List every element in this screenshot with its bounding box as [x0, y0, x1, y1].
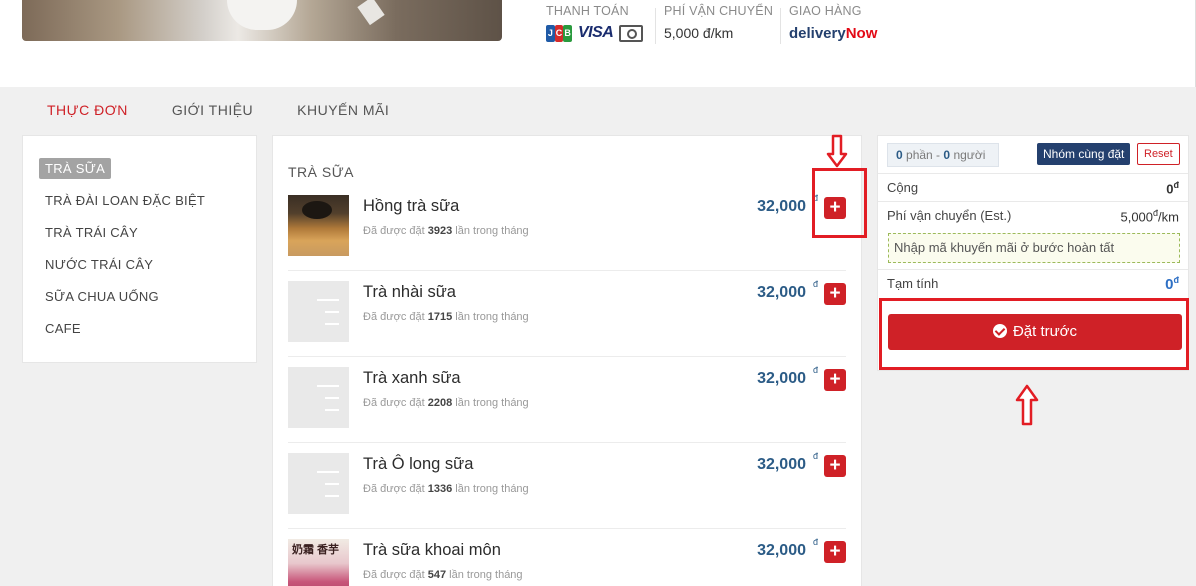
category-sua-chua-uong[interactable]: SỮA CHUA UỐNG — [39, 286, 165, 307]
restaurant-header: THANH TOÁN J C B VISA PHÍ VẬN CHUYỂN 5,0… — [0, 0, 1196, 87]
item-price: 32,000 — [757, 456, 806, 473]
item-name: Trà nhài sữa — [363, 283, 456, 301]
arrow-down-icon — [826, 134, 848, 168]
delivery-info: GIAO HÀNG deliveryNow — [789, 4, 877, 42]
category-list: TRÀ SỮA TRÀ ĐÀI LOAN ĐẶC BIỆT TRÀ TRÁI C… — [22, 135, 257, 363]
item-price: 32,000 — [757, 284, 806, 301]
item-sold-count: Đã được đặt 1336 lần trong tháng — [363, 483, 529, 495]
subtotal-row: Cộng 0đ — [878, 173, 1188, 201]
reset-button[interactable]: Reset — [1137, 143, 1180, 165]
menu-item: Hồng trà sữa Đã được đặt 3923 lần trong … — [288, 185, 846, 271]
menu-list: TRÀ SỮA Hồng trà sữa Đã được đặt 3923 lầ… — [272, 135, 862, 586]
item-photo-placeholder — [288, 367, 349, 428]
cup-shape — [227, 0, 297, 30]
tab-about[interactable]: GIỚI THIỆU — [172, 102, 253, 118]
item-photo-placeholder — [288, 453, 349, 514]
item-price: 32,000 — [757, 542, 806, 559]
item-name: Hồng trà sữa — [363, 197, 460, 215]
deliverynow-logo: deliveryNow — [789, 25, 878, 42]
payment-label: THANH TOÁN — [546, 4, 629, 18]
group-order-button[interactable]: Nhóm cùng đặt — [1037, 143, 1131, 165]
shipping-fee-row: Phí vận chuyển (Est.) 5,000đ/km — [878, 201, 1188, 229]
estimated-total-row: Tạm tính 0đ — [878, 269, 1188, 297]
currency-symbol: đ — [812, 537, 818, 547]
arrow-up-icon — [1015, 384, 1039, 426]
menu-item: Trà Ô long sữa Đã được đặt 1336 lần tron… — [288, 443, 846, 529]
item-price: 32,000 — [757, 370, 806, 387]
promo-code-field[interactable]: Nhập mã khuyến mãi ở bước hoàn tất — [888, 233, 1180, 263]
restaurant-tabs: THỰC ĐƠN GIỚI THIỆU KHUYẾN MÃI — [22, 102, 433, 118]
currency-symbol: đ — [812, 451, 818, 461]
category-tra-trai-cay[interactable]: TRÀ TRÁI CÂY — [39, 222, 144, 243]
highlight-box-add-button — [812, 168, 867, 238]
item-sold-count: Đã được đặt 2208 lần trong tháng — [363, 397, 529, 409]
item-sold-count: Đã được đặt 547 lần trong tháng — [363, 569, 523, 581]
item-photo-placeholder — [288, 281, 349, 342]
item-photo — [288, 195, 349, 256]
tab-promotions[interactable]: KHUYẾN MÃI — [297, 102, 389, 118]
divider — [780, 8, 781, 44]
item-name: Trà sữa khoai môn — [363, 541, 501, 559]
shipping-value: 5,000 đ/km — [664, 25, 734, 41]
item-name: Trà xanh sữa — [363, 369, 461, 387]
item-name: Trà Ô long sữa — [363, 455, 474, 473]
visa-icon: VISA — [578, 24, 614, 41]
straw-shape — [357, 0, 385, 26]
item-photo: 奶霜 香芋 — [288, 539, 349, 586]
add-item-button[interactable]: + — [824, 369, 846, 391]
currency-symbol: đ — [812, 365, 818, 375]
payment-info: THANH TOÁN J C B VISA — [546, 4, 644, 42]
cash-icon — [619, 24, 644, 42]
shipping-label: PHÍ VẬN CHUYỂN — [664, 4, 774, 18]
menu-item: Trà nhài sữa Đã được đặt 1715 lần trong … — [288, 271, 846, 357]
menu-item: 奶霜 香芋 Trà sữa khoai môn Đã được đặt 547 … — [288, 529, 846, 586]
section-title: TRÀ SỮA — [288, 164, 355, 180]
category-cafe[interactable]: CAFE — [39, 318, 87, 339]
category-tra-sua[interactable]: TRÀ SỮA — [39, 158, 112, 179]
cart-count: 0 phần - 0 người — [887, 143, 999, 167]
item-sold-count: Đã được đặt 1715 lần trong tháng — [363, 311, 529, 323]
item-sold-count: Đã được đặt 3923 lần trong tháng — [363, 225, 529, 237]
delivery-label: GIAO HÀNG — [789, 4, 862, 18]
add-item-button[interactable]: + — [824, 283, 846, 305]
restaurant-photo — [22, 0, 502, 41]
divider — [655, 8, 656, 44]
add-item-button[interactable]: + — [824, 455, 846, 477]
shipping-info: PHÍ VẬN CHUYỂN 5,000 đ/km — [664, 4, 773, 41]
currency-symbol: đ — [812, 279, 818, 289]
jcb-icon: J C B — [546, 24, 573, 42]
item-price: 32,000 — [757, 198, 806, 215]
category-tra-dai-loan[interactable]: TRÀ ĐÀI LOAN ĐẶC BIỆT — [39, 190, 211, 211]
category-nuoc-trai-cay[interactable]: NƯỚC TRÁI CÂY — [39, 254, 159, 275]
tab-menu[interactable]: THỰC ĐƠN — [47, 102, 128, 118]
add-item-button[interactable]: + — [824, 541, 846, 563]
menu-item: Trà xanh sữa Đã được đặt 2208 lần trong … — [288, 357, 846, 443]
highlight-box-order-button — [879, 298, 1189, 370]
